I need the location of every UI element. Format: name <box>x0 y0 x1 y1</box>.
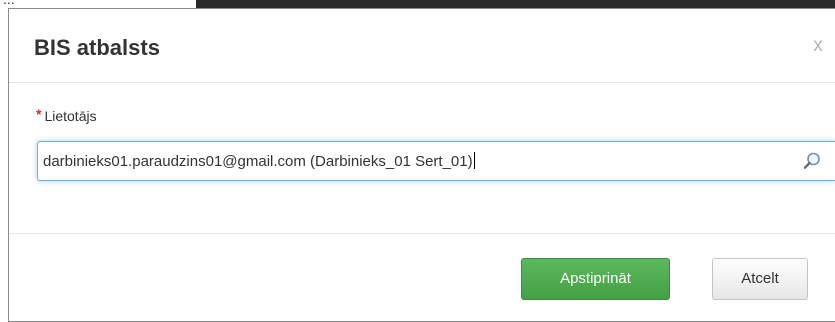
background-partial-text: ... <box>3 0 15 7</box>
dialog-footer: Apstiprināt Atcelt <box>9 233 835 321</box>
search-icon[interactable] <box>802 151 822 171</box>
required-marker: * <box>36 106 42 122</box>
text-caret <box>473 152 475 169</box>
user-input-value[interactable]: darbinieks01.paraudzins01@gmail.com (Dar… <box>43 152 475 171</box>
dialog-header: BIS atbalsts x <box>9 9 835 83</box>
user-search-field[interactable]: darbinieks01.paraudzins01@gmail.com (Dar… <box>37 141 835 181</box>
close-icon: x <box>813 35 823 56</box>
user-input-text: darbinieks01.paraudzins01@gmail.com (Dar… <box>43 153 473 170</box>
confirm-button[interactable]: Apstiprināt <box>521 258 670 300</box>
dialog-body: * Lietotājs darbinieks01.paraudzins01@gma… <box>9 83 835 233</box>
support-dialog: BIS atbalsts x * Lietotājs darbinieks01.p… <box>8 8 835 322</box>
close-button[interactable]: x <box>808 34 828 58</box>
cancel-button[interactable]: Atcelt <box>712 258 808 300</box>
background-overlay-bar <box>196 0 835 8</box>
background-page-edge: ... <box>0 0 835 8</box>
dialog-title: BIS atbalsts <box>34 35 160 60</box>
user-label-text: Lietotājs <box>44 108 97 124</box>
user-field-label: * Lietotājs <box>36 106 97 125</box>
